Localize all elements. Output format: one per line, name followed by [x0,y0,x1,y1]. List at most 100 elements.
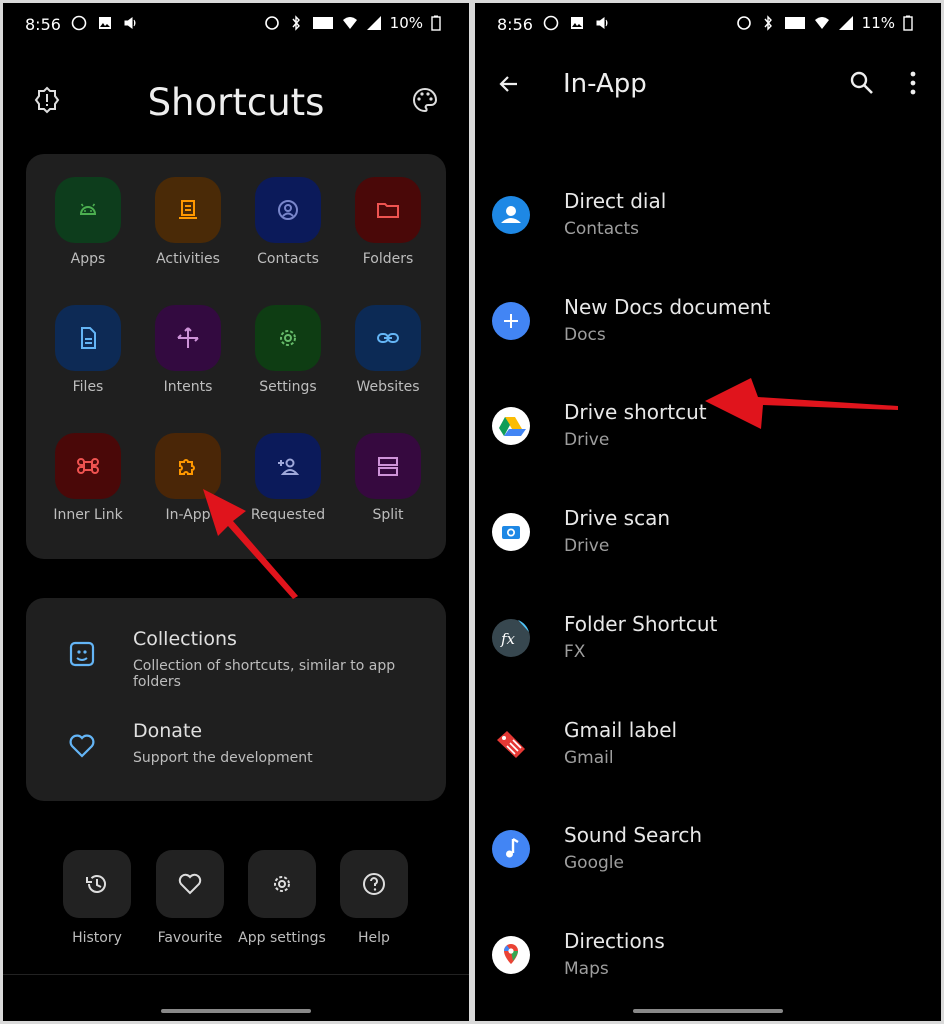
donate-row[interactable]: Donate Support the development [26,704,446,784]
volume-icon [124,17,136,29]
shortcut-title: Folder Shortcut [564,611,718,636]
back-arrow-icon[interactable] [497,72,521,96]
app-icon [491,301,531,341]
shortcut-settings[interactable]: Settings [238,305,338,395]
shortcut-split[interactable]: Split [338,433,438,523]
app-icon [491,512,531,552]
shortcut-title: Gmail label [564,717,678,742]
shortcut-label: Folders [362,251,414,267]
app-shortcut-row[interactable]: New Docs document Docs [475,281,941,381]
shortcut-tile [355,433,421,499]
shortcut-app: Maps [564,958,609,979]
shortcut-intents[interactable]: Intents [138,305,238,395]
app-icon [491,195,531,235]
shortcut-title: Drive shortcut [564,400,707,425]
gesture-bar[interactable] [633,1009,783,1013]
shortcut-apps[interactable]: Apps [38,177,138,267]
page-title: In-App [563,69,647,99]
shortcut-tile [355,177,421,243]
app-icon [491,406,531,446]
shortcut-tile [355,305,421,371]
shortcut-tile [255,305,321,371]
divider [3,974,469,975]
image-icon [99,17,111,29]
shortcut-label: Contacts [257,251,319,267]
shortcut-app: Contacts [564,219,639,239]
data-saver-icon [264,16,279,30]
signal-icon [366,16,381,30]
bluetooth-icon [764,15,772,31]
app-shortcut-row[interactable]: Sound Search Google [475,809,941,909]
help-label: Help [358,930,390,946]
shortcut-inner-link[interactable]: Inner Link [38,433,138,523]
music-note-icon [492,830,530,869]
help-button[interactable]: Help [328,850,420,946]
shortcut-label: Split [372,507,404,523]
shortcut-files[interactable]: Files [38,305,138,395]
split-icon [378,457,398,476]
shortcut-folders[interactable]: Folders [338,177,438,267]
app-shortcut-row[interactable]: fx Folder Shortcut FX [475,598,941,698]
volume-icon [596,17,608,29]
app-shortcut-row[interactable]: Directions Maps [475,915,941,1015]
shortcut-label: Settings [259,379,317,395]
app-shortcut-row[interactable]: Direct dial Contacts [475,175,941,275]
label-icon [497,730,525,758]
shortcut-tile [255,177,321,243]
bluetooth-icon [292,15,300,31]
palette-icon[interactable] [411,86,439,114]
battery-icon [431,15,441,31]
shortcut-activities[interactable]: Activities [138,177,238,267]
signal-icon [838,16,853,30]
shortcut-tile [55,433,121,499]
shortcut-contacts[interactable]: Contacts [238,177,338,267]
search-icon[interactable] [849,70,875,96]
drive-icon [492,407,530,446]
app-settings-button[interactable]: App settings [236,850,328,946]
puzzle-icon [179,459,195,475]
android-icon [79,203,97,215]
menu-card: Collections Collection of shortcuts, sim… [26,598,446,801]
shortcut-app: Docs [564,324,606,345]
link-icon [377,333,399,343]
gear-icon [280,330,296,346]
heart-icon [69,734,95,758]
activity-icon [179,200,197,219]
annotation-arrow-right [705,378,898,429]
app-shortcut-row[interactable]: Gmail label Gmail [475,704,941,804]
shortcut-app: Gmail [564,747,614,768]
maps-icon [492,935,530,974]
shortcuts-screen: 8:56 10% Shortcuts Apps Activities Contact… [3,3,469,1021]
favourite-button[interactable]: Favourite [144,850,236,946]
svg-text:fx: fx [500,630,516,648]
shortcut-label: Inner Link [53,507,123,523]
more-vert-icon[interactable] [907,70,919,96]
shortcut-label: Websites [356,379,420,395]
system-icons: 10% [264,14,441,32]
battery-percent: 11% [861,14,895,32]
shortcut-app: Google [564,853,624,874]
shortcut-tile [155,177,221,243]
donate-title: Donate [133,720,203,742]
intent-icon [177,327,199,348]
shortcut-app: Drive [564,536,610,557]
favourite-label: Favourite [157,930,223,946]
wifi-icon [342,17,357,29]
folder-icon [377,203,399,218]
image-icon [571,17,583,29]
app-icon [491,935,531,975]
shortcut-label: Files [72,379,104,395]
shortcut-websites[interactable]: Websites [338,305,438,395]
shortcut-tile [55,177,121,243]
shortcut-title: Direct dial [564,189,667,213]
contacts-app-icon [492,196,530,234]
app-icon [491,829,531,869]
shortcut-tile [55,305,121,371]
collections-title: Collections [133,628,237,650]
history-button[interactable]: History [51,850,143,946]
shortcut-title: Directions [564,928,665,953]
notification-icons [71,15,139,31]
collections-row[interactable]: Collections Collection of shortcuts, sim… [26,612,446,692]
gesture-bar[interactable] [161,1009,311,1013]
app-shortcut-row[interactable]: Drive scan Drive [475,492,941,592]
